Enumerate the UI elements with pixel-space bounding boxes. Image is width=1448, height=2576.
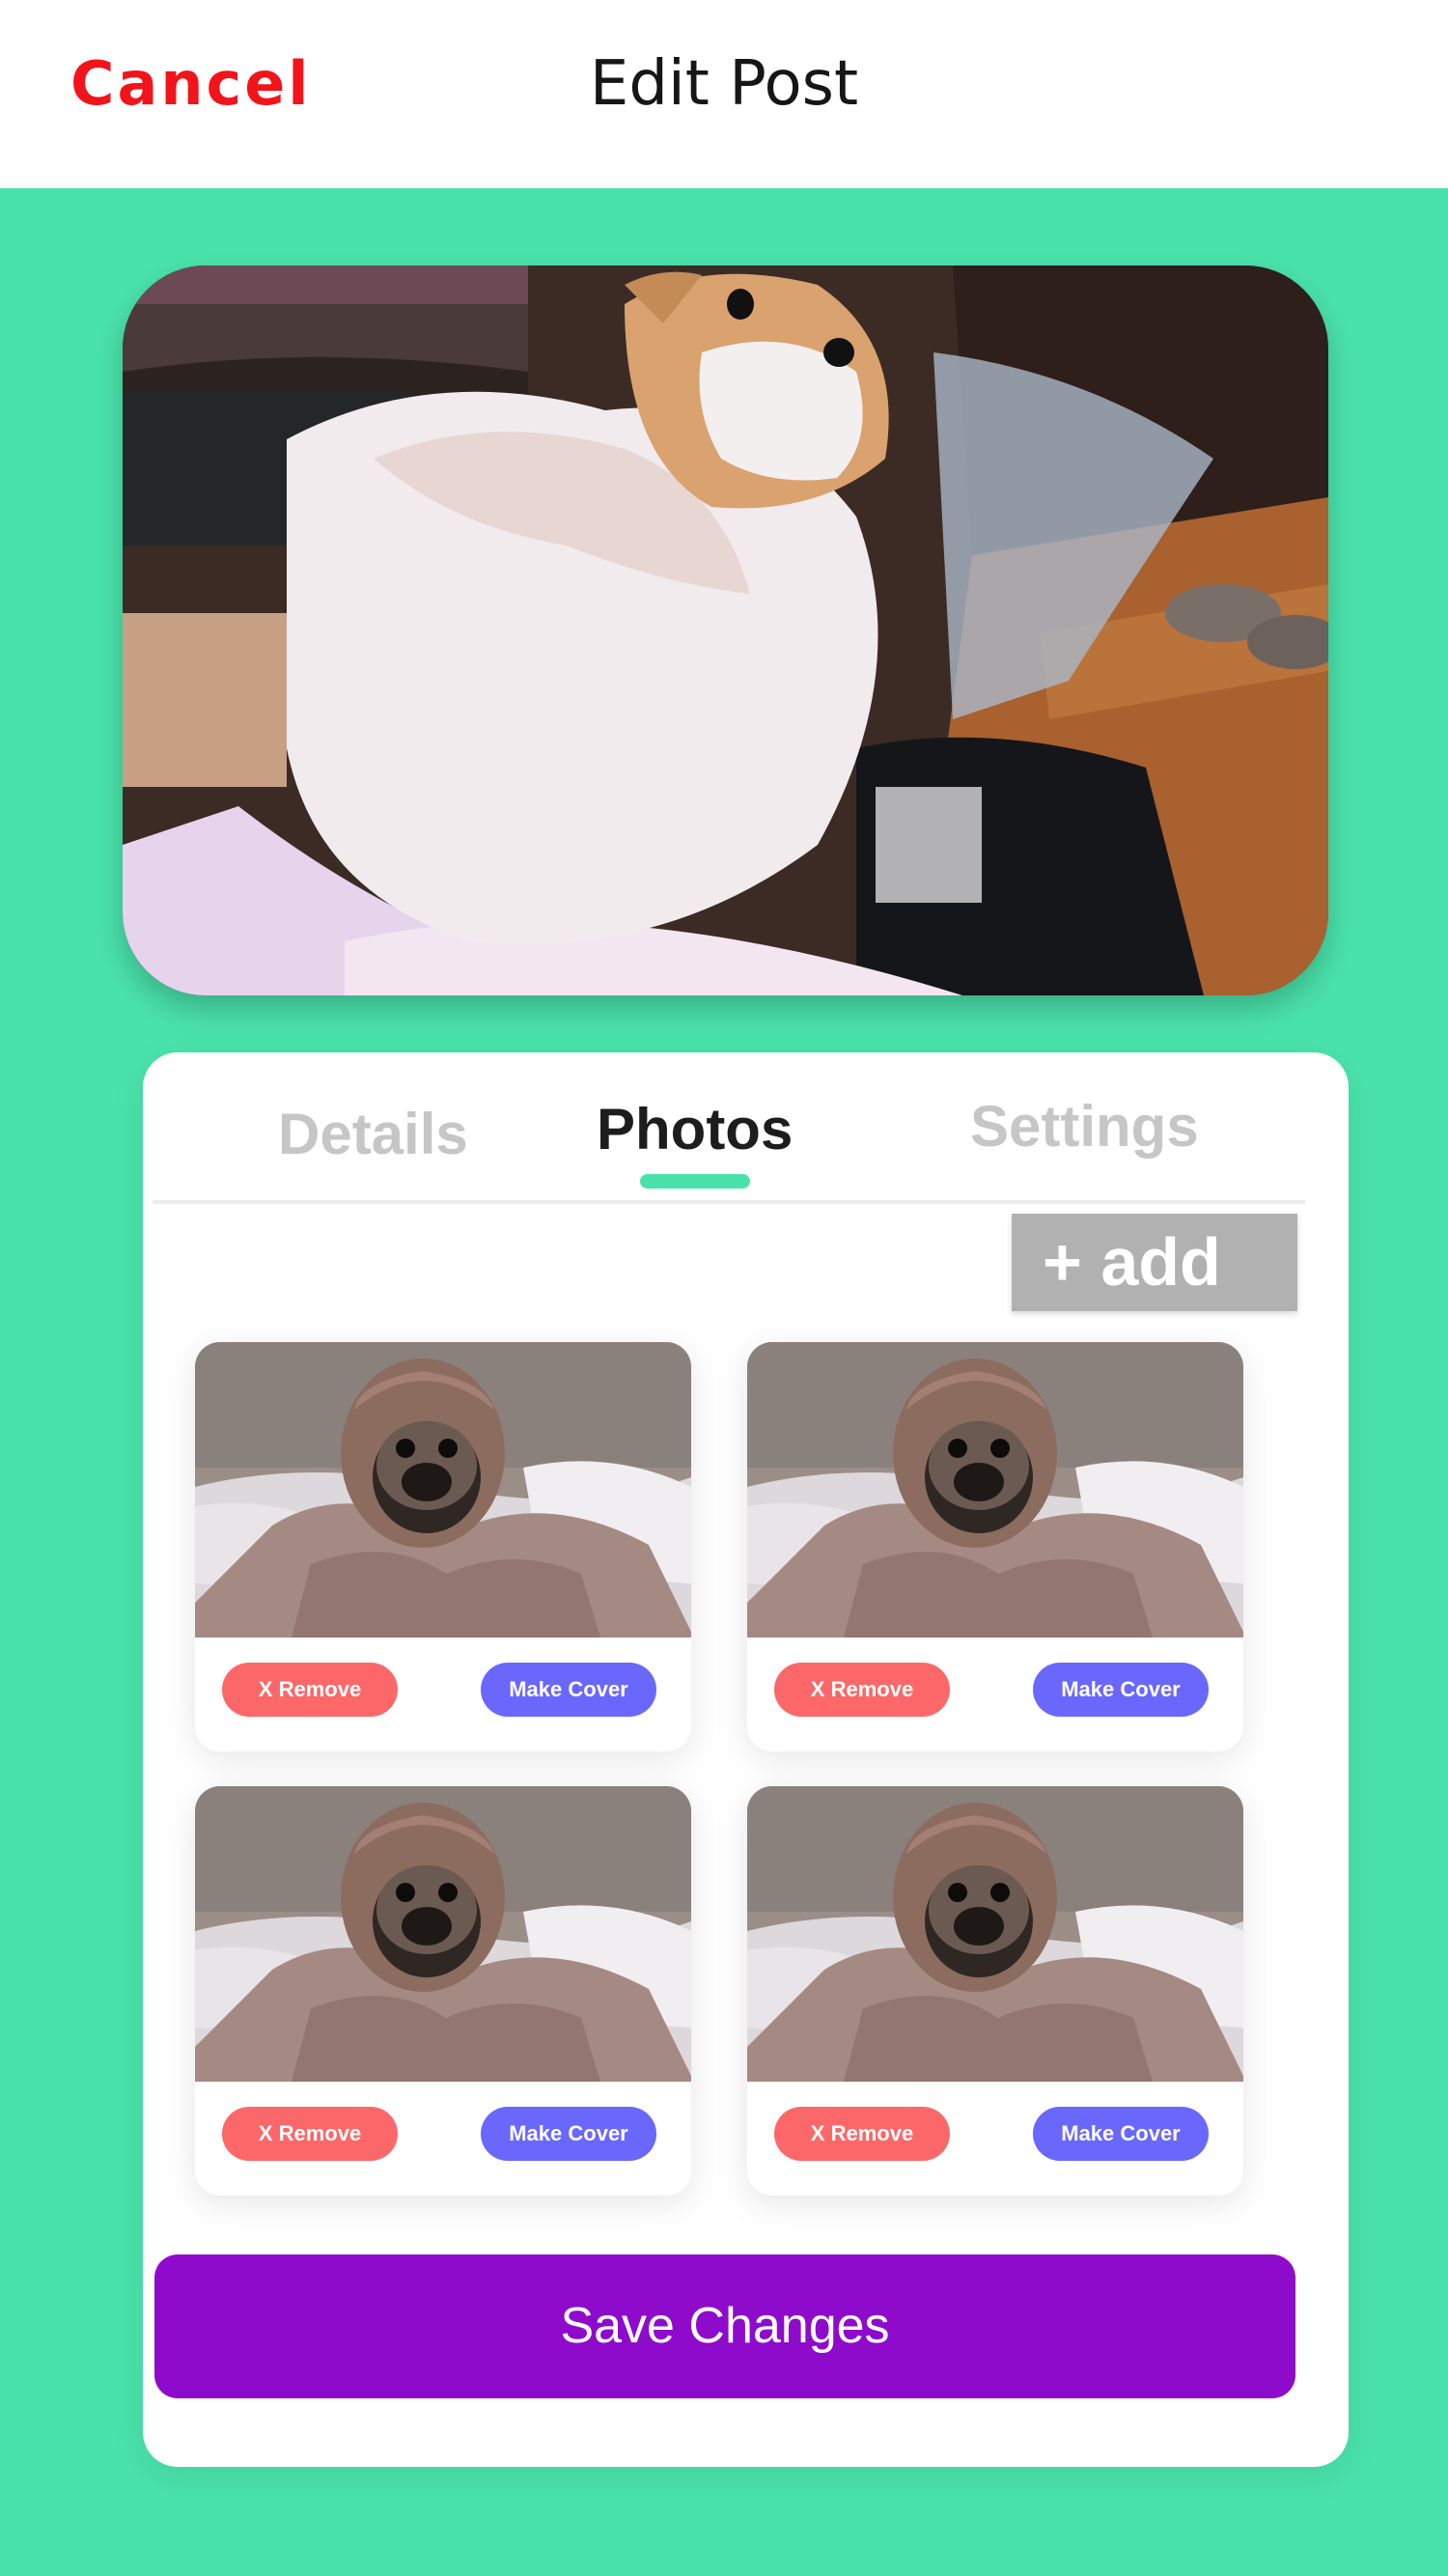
remove-button[interactable]: X Remove xyxy=(774,2107,950,2161)
remove-button[interactable]: X Remove xyxy=(774,1663,950,1717)
edit-panel: Details Photos Settings + add X Remove M… xyxy=(143,1052,1349,2467)
photo-card: X Remove Make Cover xyxy=(747,1786,1243,2196)
tab-settings[interactable]: Settings xyxy=(970,1093,1199,1160)
make-cover-button[interactable]: Make Cover xyxy=(481,2107,656,2161)
photo-card: X Remove Make Cover xyxy=(195,1342,691,1751)
make-cover-button[interactable]: Make Cover xyxy=(1033,1663,1209,1717)
tab-divider xyxy=(153,1200,1305,1204)
save-changes-button[interactable]: Save Changes xyxy=(154,2254,1295,2398)
tab-photos[interactable]: Photos xyxy=(597,1096,793,1162)
add-photo-button[interactable]: + add xyxy=(1012,1214,1297,1311)
tab-details[interactable]: Details xyxy=(278,1101,468,1167)
cover-photo xyxy=(123,266,1328,995)
make-cover-button[interactable]: Make Cover xyxy=(481,1663,656,1717)
pug-photo xyxy=(747,1342,1243,1638)
top-bar: Cancel Edit Post xyxy=(0,0,1448,188)
make-cover-button[interactable]: Make Cover xyxy=(1033,2107,1209,2161)
pug-photo xyxy=(747,1786,1243,2082)
remove-button[interactable]: X Remove xyxy=(222,1663,398,1717)
photo-card: X Remove Make Cover xyxy=(195,1786,691,2196)
active-tab-indicator xyxy=(640,1174,750,1189)
remove-button[interactable]: X Remove xyxy=(222,2107,398,2161)
pug-photo xyxy=(195,1342,691,1638)
page-title: Edit Post xyxy=(589,48,859,120)
pomeranian-dog-image xyxy=(123,266,1328,995)
pug-photo xyxy=(195,1786,691,2082)
photo-card: X Remove Make Cover xyxy=(747,1342,1243,1751)
